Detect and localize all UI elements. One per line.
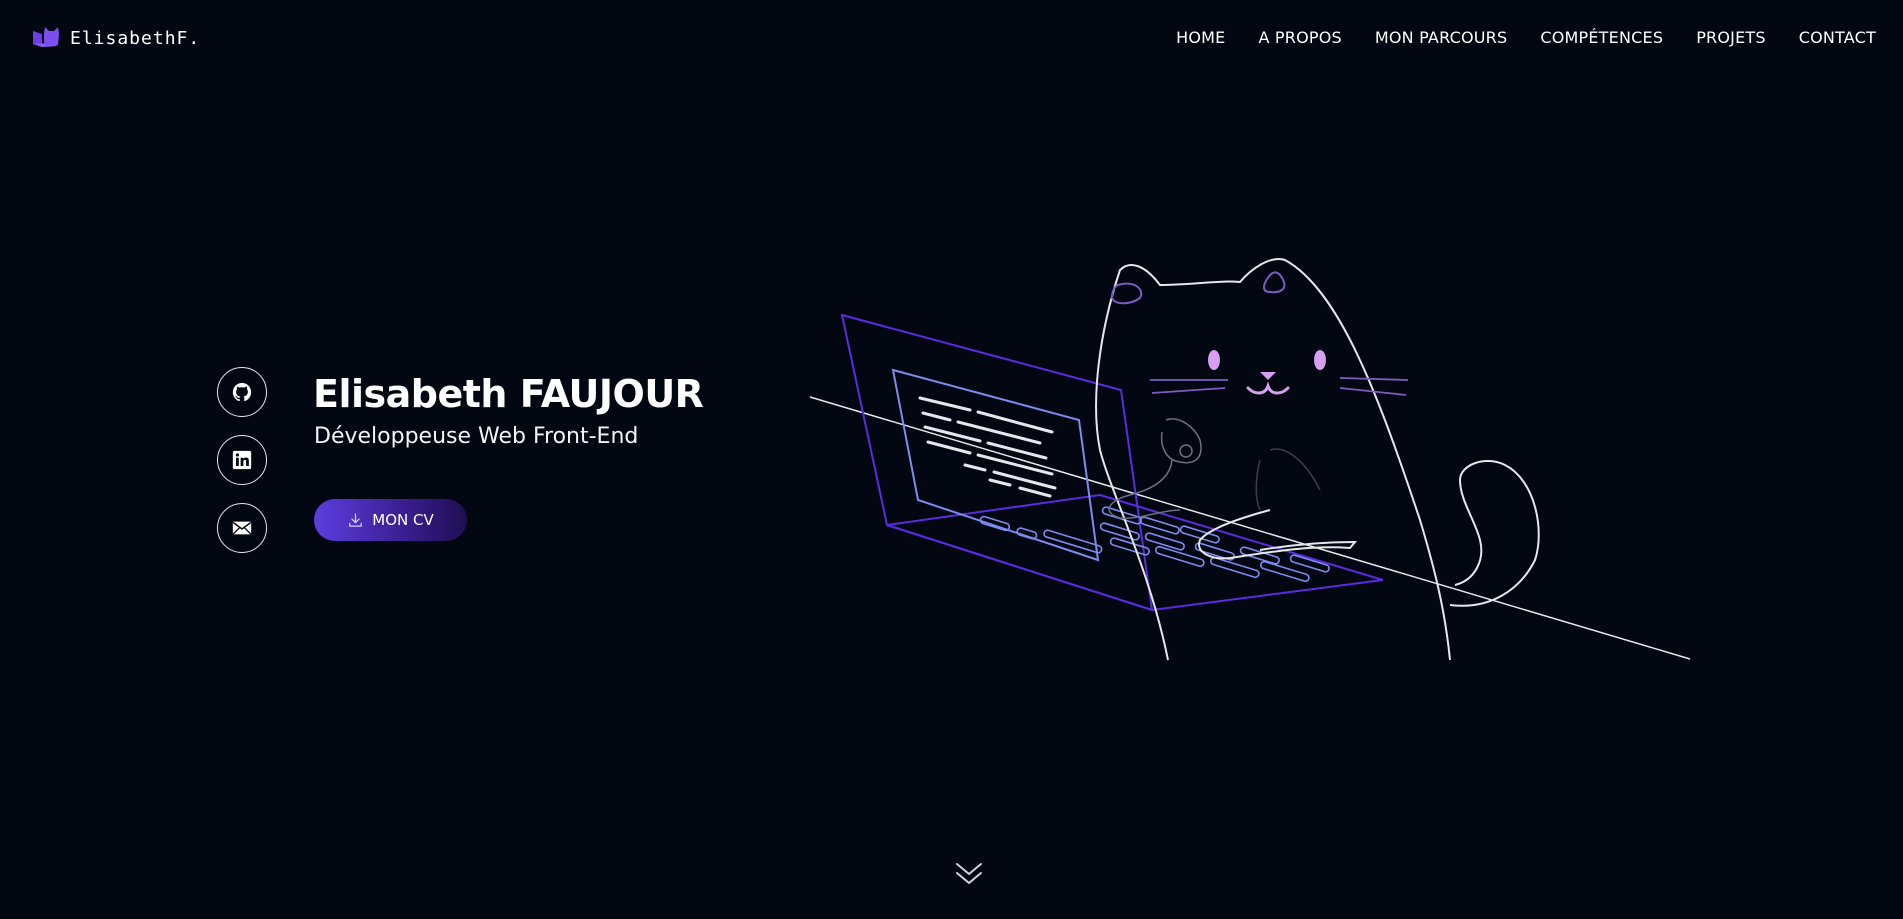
laptop-lid bbox=[840, 313, 1154, 612]
main-nav: HOME A PROPOS MON PARCOURS COMPÉTENCES P… bbox=[1176, 28, 1876, 48]
computer-mouse bbox=[1160, 418, 1202, 464]
cat-tail bbox=[1449, 460, 1540, 607]
cat-ear-right bbox=[1263, 271, 1286, 294]
code-lines bbox=[918, 396, 1057, 498]
github-button[interactable] bbox=[217, 367, 267, 417]
cat-eye-right bbox=[1314, 350, 1326, 370]
nav-link-a-propos[interactable]: A PROPOS bbox=[1258, 28, 1341, 47]
nav-item-contact: CONTACT bbox=[1799, 28, 1876, 48]
linkedin-icon bbox=[232, 450, 252, 470]
cat-coding-illustration bbox=[809, 258, 1691, 661]
logo[interactable]: ElisabethF. bbox=[30, 25, 200, 51]
nav-item-mon-parcours: MON PARCOURS bbox=[1375, 28, 1508, 48]
cat-laptop-logo-icon bbox=[33, 27, 59, 47]
linkedin-button[interactable] bbox=[217, 435, 267, 485]
cat-nose bbox=[1260, 372, 1276, 380]
mail-icon bbox=[232, 521, 252, 535]
cat-mouth bbox=[1246, 381, 1290, 395]
nav-link-projets[interactable]: PROJETS bbox=[1696, 28, 1766, 47]
desk-line bbox=[809, 396, 1691, 660]
nav-link-mon-parcours[interactable]: MON PARCOURS bbox=[1375, 28, 1508, 47]
cat-paw-shadow bbox=[1255, 448, 1321, 511]
cv-download-button[interactable]: MON CV bbox=[314, 499, 467, 541]
cv-button-label: MON CV bbox=[372, 511, 434, 529]
nav-item-a-propos: A PROPOS bbox=[1258, 28, 1341, 48]
cat-body bbox=[1095, 258, 1451, 661]
double-chevron-down-icon[interactable] bbox=[953, 858, 985, 888]
header: ElisabethF. HOME A PROPOS MON PARCOURS C… bbox=[0, 0, 1903, 80]
nav-item-projets: PROJETS bbox=[1696, 28, 1766, 48]
logo-text: ElisabethF. bbox=[70, 27, 201, 49]
nav-link-home[interactable]: HOME bbox=[1176, 28, 1225, 47]
cat-eye-left bbox=[1208, 350, 1220, 370]
mail-button[interactable] bbox=[217, 503, 267, 553]
nav-item-home: HOME bbox=[1176, 28, 1225, 48]
nav-link-contact[interactable]: CONTACT bbox=[1799, 28, 1876, 47]
hero-name: Elisabeth FAUJOUR bbox=[313, 372, 704, 416]
github-icon bbox=[232, 382, 252, 402]
social-links bbox=[217, 367, 267, 553]
mouse-wheel bbox=[1179, 444, 1193, 458]
download-icon bbox=[349, 512, 363, 527]
nav-link-competences[interactable]: COMPÉTENCES bbox=[1540, 28, 1663, 47]
hero-role: Développeuse Web Front-End bbox=[314, 424, 639, 449]
cat-ear-left bbox=[1110, 282, 1143, 305]
nav-item-competences: COMPÉTENCES bbox=[1540, 28, 1663, 48]
cat-paw bbox=[1198, 509, 1358, 560]
